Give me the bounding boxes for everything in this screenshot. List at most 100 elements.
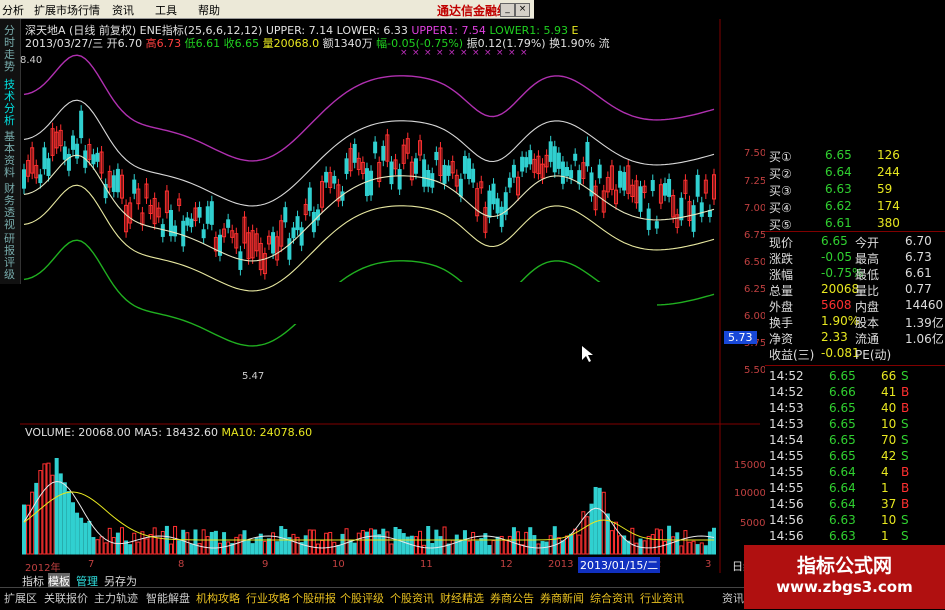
volume-bar xyxy=(712,527,716,555)
volume-bar xyxy=(552,526,557,555)
volume-bar xyxy=(189,543,194,555)
status-item[interactable]: 扩展区 xyxy=(4,590,37,606)
status-item[interactable]: 个股资讯 xyxy=(390,590,434,606)
volume-bar xyxy=(601,491,606,555)
close-icon[interactable]: × xyxy=(515,3,530,17)
volume-bar xyxy=(46,462,51,555)
vol-ma5: MA5: 18432.60 xyxy=(134,426,218,439)
candle xyxy=(381,145,386,161)
status-item[interactable]: 个股研报 xyxy=(292,590,336,606)
volume-bar xyxy=(193,529,198,555)
volume-bar xyxy=(430,543,435,555)
candle xyxy=(173,225,178,237)
candle xyxy=(79,110,84,139)
status-item[interactable]: 行业攻略 xyxy=(246,590,290,606)
volume-bar xyxy=(50,474,55,555)
price-tick: 6.00 xyxy=(744,311,767,322)
volume-bar xyxy=(283,528,288,555)
menu-help[interactable]: 帮助 xyxy=(198,2,220,18)
status-item[interactable]: 券商新闻 xyxy=(540,590,584,606)
status-item[interactable]: 机构攻略 xyxy=(196,590,240,606)
volume-bar xyxy=(618,535,623,555)
minimize-icon[interactable]: _ xyxy=(500,3,515,17)
volume-bar xyxy=(336,545,341,555)
menu-info[interactable]: 资讯 xyxy=(112,2,134,18)
status-item[interactable]: 财经精选 xyxy=(440,590,484,606)
volume-bar xyxy=(209,531,214,555)
status-item[interactable]: 关联报价 xyxy=(44,590,88,606)
volume-info: VOLUME: 20068.00 MA5: 18432.60 MA10: 240… xyxy=(25,426,312,439)
volume-bar xyxy=(438,536,443,555)
candle xyxy=(585,141,590,167)
buy-level-row: 买③ 6.63 59 xyxy=(769,182,893,198)
candle xyxy=(226,219,231,228)
volume-bar xyxy=(569,533,574,555)
quote-stat-row: 净资 2.33 流通 1.06亿 xyxy=(769,330,944,346)
lower-line xyxy=(23,184,715,292)
bar-date: 2013/03/27/三 xyxy=(25,37,104,50)
volume-bar xyxy=(479,538,484,555)
volume-bar xyxy=(311,529,316,555)
tab-finance[interactable]: 财务透视 xyxy=(2,183,17,231)
volume-bar xyxy=(83,522,88,555)
status-item[interactable]: 资讯 xyxy=(722,590,744,606)
status-item[interactable]: 主力轨迹 xyxy=(94,590,138,606)
menu-analysis[interactable]: 分析 xyxy=(2,2,24,18)
volume-bar xyxy=(344,528,349,555)
candle xyxy=(160,224,165,237)
x-label: 11 xyxy=(420,559,433,570)
status-item[interactable]: 个股评级 xyxy=(340,590,384,606)
candle xyxy=(679,197,684,221)
indicator-tabs: 指标 模板 管理 另存为 xyxy=(0,573,760,589)
volume-bar xyxy=(393,527,398,555)
candle xyxy=(499,206,504,227)
buy-level-row: 买④ 6.62 174 xyxy=(769,199,900,215)
volume-bar xyxy=(377,534,382,555)
cursor-date: 2013/01/15/二 xyxy=(578,557,661,573)
bar-low: 低6.61 xyxy=(184,37,221,50)
vol-tick: 15000 xyxy=(734,460,766,471)
volume-bar xyxy=(111,536,116,555)
status-item[interactable]: 券商公告 xyxy=(490,590,534,606)
menu-ext-market[interactable]: 扩展市场行情 xyxy=(34,2,100,18)
candle xyxy=(458,178,463,197)
volume-bar xyxy=(30,491,35,555)
volume-bar xyxy=(634,542,639,555)
candle xyxy=(650,180,655,192)
x-label: 7 xyxy=(88,559,95,570)
candle xyxy=(577,170,582,185)
buy-level-row: 买⑤ 6.61 380 xyxy=(769,216,900,232)
tab-timeshare[interactable]: 分时走势 xyxy=(2,25,17,73)
price-tick: 6.50 xyxy=(744,257,767,268)
volume-bar xyxy=(511,527,516,555)
tab-fundamentals[interactable]: 基本资料 xyxy=(2,131,17,179)
menu-tools[interactable]: 工具 xyxy=(155,2,177,18)
upper1-line xyxy=(23,54,715,162)
candle xyxy=(413,158,418,174)
candle xyxy=(654,221,659,229)
candle xyxy=(597,164,602,179)
volume-bar xyxy=(675,532,680,555)
candle xyxy=(422,159,427,187)
volume-bar xyxy=(422,544,427,555)
tab-rating[interactable]: 研报评级 xyxy=(2,233,17,281)
volume-bar xyxy=(242,530,247,555)
candle xyxy=(695,174,700,197)
candle xyxy=(569,170,574,179)
tab-technical[interactable]: 技术分析 xyxy=(2,79,17,127)
volume-bar xyxy=(226,541,231,555)
volume-bar xyxy=(34,482,39,555)
status-item[interactable]: 行业资讯 xyxy=(640,590,684,606)
candle xyxy=(528,150,533,165)
candle xyxy=(344,158,349,174)
volume-bar xyxy=(385,531,390,555)
tick-row: 14:55 6.65 42 S xyxy=(769,449,909,463)
volume-bar xyxy=(695,544,700,555)
candle xyxy=(373,141,378,154)
candle xyxy=(70,135,75,150)
volume-bar xyxy=(185,532,190,555)
status-item[interactable]: 智能解盘 xyxy=(146,590,190,606)
status-item[interactable]: 综合资讯 xyxy=(590,590,634,606)
volume-bar xyxy=(160,530,165,555)
quote-stat-row: 涨幅 -0.75% 最低 6.61 xyxy=(769,266,932,282)
